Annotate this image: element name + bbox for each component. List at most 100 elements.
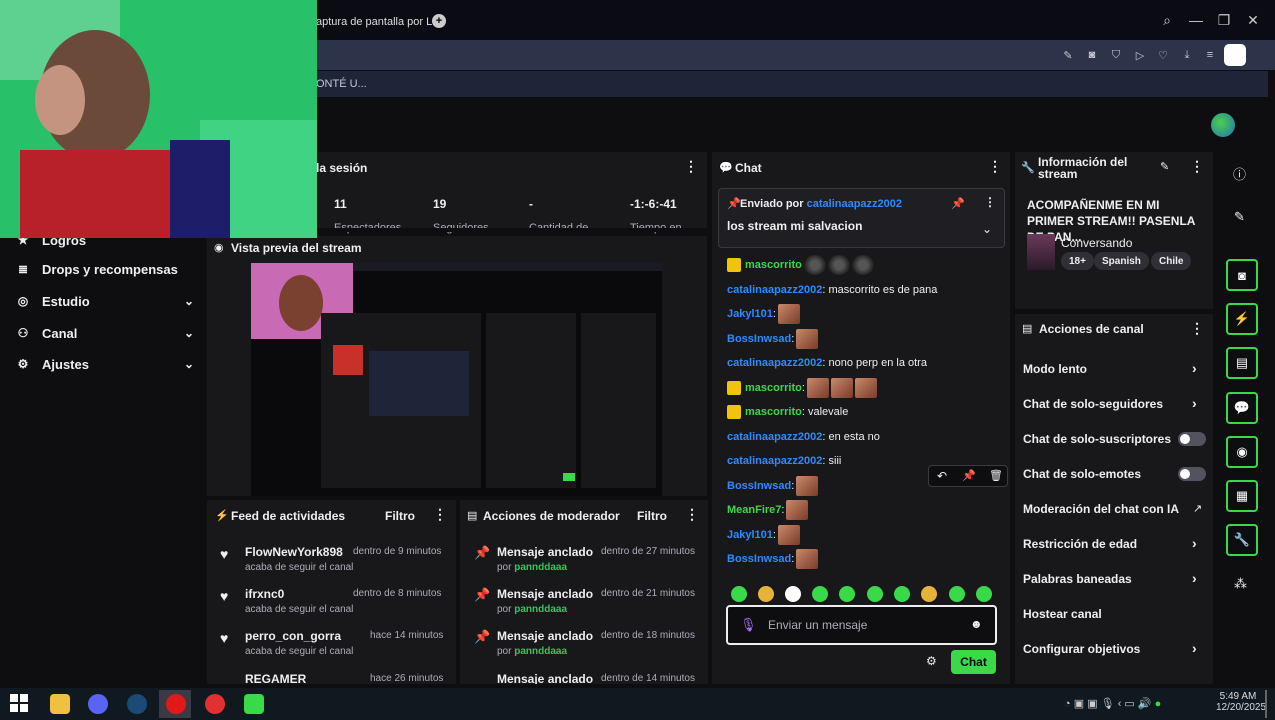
clock[interactable]: 5:49 AM 12/20/2025 [1216, 691, 1266, 713]
network-icon[interactable]: ▭ [1124, 698, 1134, 710]
shield-icon[interactable]: ⛉ [1108, 47, 1124, 63]
maximize-icon[interactable]: ❐ [1214, 10, 1234, 30]
pinned-user[interactable]: catalinaapazz2002 [807, 198, 902, 210]
menu-icon[interactable]: ≡ [1202, 47, 1218, 63]
emote[interactable] [854, 377, 877, 398]
camera-icon[interactable]: ◙ [1226, 259, 1258, 291]
emote[interactable] [851, 255, 874, 275]
chat-message[interactable]: MeanFire7: [727, 500, 809, 520]
chevron-right-icon[interactable]: › [1192, 640, 1197, 656]
reply-icon[interactable]: ↶ [937, 469, 947, 483]
media-icon[interactable]: ▦ [1226, 480, 1258, 512]
category-thumbnail[interactable] [1027, 234, 1055, 270]
emote-option[interactable] [949, 586, 965, 602]
more-options-icon[interactable]: ⋮ [433, 506, 447, 523]
file-explorer-icon[interactable] [50, 694, 70, 714]
emote-option[interactable] [785, 586, 801, 602]
more-options-icon[interactable]: ⋮ [1190, 158, 1204, 175]
emote-option[interactable] [839, 586, 855, 602]
close-icon[interactable]: ✕ [1243, 10, 1263, 30]
channel-action-item[interactable]: Moderación del chat con IA [1023, 502, 1208, 518]
emote[interactable] [786, 500, 809, 520]
chat-message[interactable]: catalinaapazz2002: en esta no [727, 427, 880, 447]
chat-message[interactable]: Jakyl101: [727, 524, 800, 545]
chevron-down-icon[interactable]: ⌄ [982, 222, 992, 236]
channel-action-item[interactable]: Chat de solo-seguidores [1023, 397, 1208, 413]
toggle-switch[interactable] [1178, 467, 1206, 481]
chat-message[interactable]: catalinaapazz2002: siii [727, 451, 841, 471]
emote-option[interactable] [894, 586, 910, 602]
chat-message[interactable]: BossInwsad: [727, 549, 819, 569]
feed-name[interactable]: FlowNewYork898 [245, 545, 343, 559]
tag[interactable]: 18+ [1061, 252, 1094, 270]
tag[interactable]: Spanish [1094, 252, 1149, 270]
chat-message[interactable]: Jakyl101: [727, 304, 800, 324]
volume-icon[interactable]: 🔊 [1138, 698, 1152, 710]
pin-icon[interactable]: 📌 [951, 197, 965, 210]
emote-option[interactable] [976, 586, 992, 602]
external-link-icon[interactable]: ↗ [1193, 502, 1202, 515]
emote[interactable] [777, 524, 800, 545]
play-icon[interactable]: ▷ [1132, 47, 1148, 63]
emote[interactable] [830, 377, 853, 398]
emote[interactable] [806, 377, 829, 398]
emote[interactable] [827, 255, 850, 275]
chat-username[interactable]: catalinaapazz2002 [727, 357, 822, 369]
feed-name[interactable]: perro_con_gorra [245, 629, 341, 643]
chat-username[interactable]: BossInwsad [727, 480, 791, 492]
feed-name[interactable]: REGAMER [245, 672, 306, 684]
chat-send-button[interactable]: Chat [951, 650, 996, 674]
chat-username[interactable]: catalinaapazz2002 [727, 284, 822, 296]
chat-message[interactable]: catalinaapazz2002: nono perp en la otra [727, 353, 927, 373]
chat-message[interactable]: mascorrito: [727, 377, 877, 398]
emote-option[interactable] [921, 586, 937, 602]
more-options-icon[interactable]: ⋮ [685, 506, 699, 523]
feed-name[interactable]: ifrxnc0 [245, 587, 284, 601]
pencil-icon[interactable]: ✎ [1234, 209, 1245, 225]
emote[interactable] [796, 475, 819, 496]
emote[interactable] [803, 255, 826, 275]
camera-icon[interactable]: ◙ [1084, 47, 1100, 63]
info-icon[interactable]: ⓘ [1233, 164, 1246, 183]
broadcast-icon[interactable]: ◉ [1226, 436, 1258, 468]
nav-item-ajustes[interactable]: ⚙ Ajustes ⌄ [14, 352, 194, 376]
feed-filter-button[interactable]: Filtro [385, 509, 415, 523]
chat-username[interactable]: catalinaapazz2002 [727, 431, 822, 443]
channel-action-item[interactable]: Hostear canal [1023, 607, 1208, 623]
tray-icon[interactable]: ▣ [1074, 698, 1084, 710]
browser-tab[interactable]: aptura de pantalla por Li [310, 8, 450, 36]
user-avatar[interactable] [1211, 113, 1235, 137]
chat-username[interactable]: MeanFire7 [727, 504, 781, 516]
more-options-icon[interactable]: ⋮ [988, 158, 1002, 175]
nav-item-estudio[interactable]: ◎ Estudio ⌄ [14, 289, 194, 313]
emote[interactable] [777, 304, 800, 324]
emote[interactable] [796, 328, 819, 349]
search-icon[interactable]: ⌕ [1157, 10, 1177, 30]
mod-action-user[interactable]: pannddaaa [514, 562, 567, 573]
obs-icon[interactable] [205, 694, 225, 714]
download-icon[interactable]: ⤓ [1179, 47, 1195, 63]
emote-option[interactable] [867, 586, 883, 602]
pin-icon[interactable]: 📌 [962, 469, 976, 482]
edit-icon[interactable]: ✎ [1060, 47, 1076, 63]
emote-option[interactable] [731, 586, 747, 602]
emoji-icon[interactable]: ☻ [970, 617, 983, 631]
bolt-icon[interactable]: ⚡ [1226, 303, 1258, 335]
address-bar[interactable] [300, 40, 1275, 70]
mod-action-user[interactable]: pannddaaa [514, 646, 567, 657]
chat-message[interactable]: BossInwsad: [727, 475, 819, 496]
more-options-icon[interactable]: ⋮ [984, 195, 996, 209]
emote-option[interactable] [812, 586, 828, 602]
show-desktop[interactable] [1265, 690, 1267, 718]
emote[interactable] [796, 549, 819, 569]
channel-action-item[interactable]: Configurar objetivos [1023, 642, 1208, 658]
gear-icon[interactable]: ⚙ [926, 654, 937, 668]
chat-username[interactable]: catalinaapazz2002 [727, 455, 822, 467]
minimize-icon[interactable]: — [1186, 10, 1206, 30]
more-options-icon[interactable]: ⋮ [684, 158, 698, 175]
chat-message[interactable]: BossInwsad: [727, 328, 819, 349]
chevron-right-icon[interactable]: › [1192, 360, 1197, 376]
chat-message[interactable]: mascorrito [727, 255, 874, 275]
discord-icon[interactable] [88, 694, 108, 714]
app-icon[interactable] [244, 694, 264, 714]
